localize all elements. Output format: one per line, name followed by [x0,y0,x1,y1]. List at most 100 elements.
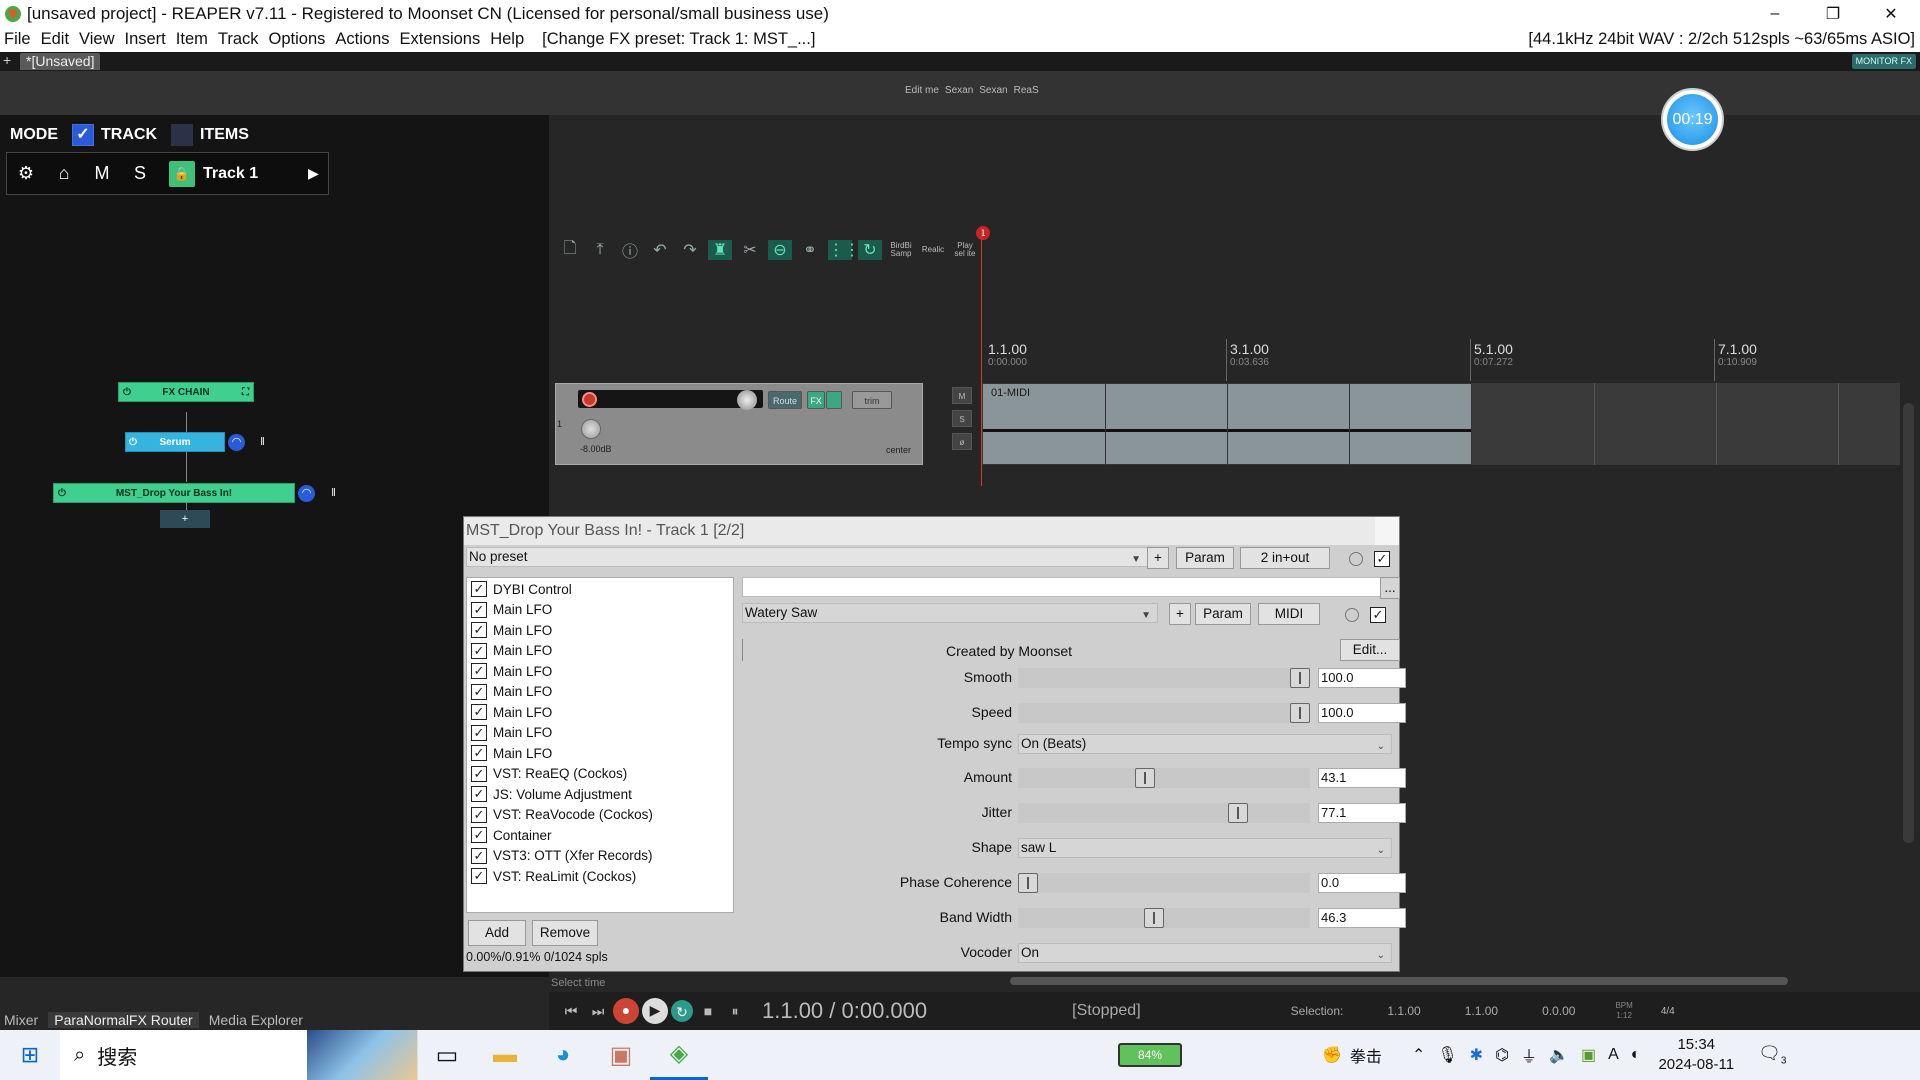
menu-edit[interactable]: Edit [37,30,75,49]
track-mode-checkbox[interactable]: ✓ [72,124,94,146]
fx-list-item[interactable]: ✓ VST: ReaLimit (Cockos) [471,866,636,886]
app-tray-icon[interactable]: ◐ [1631,1046,1641,1064]
phase-coherence-slider[interactable] [1018,873,1310,893]
record-button[interactable]: ● [613,998,639,1024]
play-arrow-icon[interactable]: ▶ [308,165,328,182]
sub-midi-button[interactable]: MIDI [1258,603,1320,625]
track-mute-button[interactable]: M [952,387,972,404]
sub-preset-dropdown[interactable]: Watery Saw ▼ [742,603,1158,623]
param-value[interactable]: 77.1 [1318,803,1406,823]
info-icon[interactable]: ⓘ [618,238,642,262]
preset-dropdown[interactable]: No preset ▼ [466,547,1148,567]
scroll-thumb[interactable] [1903,403,1914,843]
fx-enable-checkbox[interactable]: ✓ [471,786,487,802]
param-value[interactable]: 100.0 [1318,668,1406,688]
param-button[interactable]: Param [1176,547,1234,569]
edit-button[interactable]: Edit... [1340,639,1400,661]
record-arm-button[interactable] [582,392,597,407]
edge-browser-icon[interactable]: ◕ [534,1030,592,1080]
drag-handle-icon[interactable]: ‖ [325,485,342,502]
menu-item[interactable]: Item [172,30,214,49]
param-value[interactable]: 0.0 [1318,873,1406,893]
serum-node[interactable]: ⏻ Serum [125,432,225,452]
stop-button[interactable]: ■ [696,999,720,1023]
menu-options[interactable]: Options [265,30,332,49]
taskbar-clock[interactable]: 15:34 2024-08-11 [1658,1035,1734,1075]
items-mode-checkbox[interactable] [171,124,193,146]
timeline-ruler[interactable]: 1.1.00 0:00.000 3.1.00 0:03.636 5.1.00 0:07… [982,335,1920,381]
volume-icon[interactable]: 🔈 [1549,1045,1569,1065]
lock-icon[interactable]: 🔒 [169,160,195,187]
windows-start-icon[interactable]: ⊞ [0,1042,60,1068]
ripple-icon[interactable]: ✂ [738,240,762,260]
taskbar-search[interactable]: ⌕ 搜索 [60,1030,418,1080]
audio-device-info[interactable]: [44.1kHz 24bit WAV : 2/2ch 512spls ~63/6… [1528,30,1920,49]
new-project-icon[interactable]: 🗋 [558,237,582,264]
reaper-app-icon[interactable]: ◈ [650,1030,708,1080]
play-button[interactable]: ▶ [642,998,668,1024]
monitor-fx-button[interactable]: MONITOR FX [1851,54,1916,69]
slider-thumb[interactable] [1290,703,1310,723]
game-widget[interactable]: ✊ 拳击 [1322,1043,1382,1067]
headphone-icon[interactable]: ◠ [298,485,315,502]
fx-button[interactable]: FX [807,391,825,409]
fx-list-item[interactable]: ✓ VST: ReaVocode (Cockos) [471,805,653,825]
slider-thumb[interactable] [1018,873,1038,893]
remove-fx-button[interactable]: Remove [532,920,598,946]
phase-button[interactable]: ø [952,433,972,450]
container-node[interactable]: ⏻ MST_Drop Your Bass In! [53,483,295,503]
track-name-field[interactable] [578,390,763,408]
toolbar-label[interactable]: ReaS [1014,85,1039,96]
fx-list-item[interactable]: ✓ Main LFO [471,620,552,640]
fx-list-item[interactable]: ✓ DYBI Control [471,579,572,599]
fx-list-item[interactable]: ✓ Main LFO [471,661,552,681]
scroll-thumb[interactable] [1010,977,1788,985]
microphone-icon[interactable]: 🎙 [1437,1045,1457,1065]
trim-button[interactable]: trim [852,391,892,409]
loop-button[interactable]: ↻ [671,1000,693,1022]
mute-button[interactable]: M [83,163,121,184]
dock-tab-mixer[interactable]: Mixer [4,1012,38,1028]
pan-knob[interactable] [581,419,601,439]
solo-button[interactable]: S [121,163,159,184]
time-signature[interactable]: 4/4 [1661,1006,1675,1017]
horizontal-scrollbar[interactable] [982,974,1920,988]
fx-list-item[interactable]: ✓ Main LFO [471,641,552,661]
power-icon[interactable]: ⏻ [58,484,66,503]
fx-enabled-checkbox[interactable]: ✓ [1374,551,1390,567]
fx-window-close-button[interactable] [1375,517,1399,545]
fx-enable-checkbox[interactable]: ✓ [471,581,487,597]
project-tab[interactable]: *[Unsaved] [20,53,101,70]
fx-list-item[interactable]: ✓ Main LFO [471,702,552,722]
menu-actions[interactable]: Actions [331,30,395,49]
menu-file[interactable]: File [0,30,37,49]
tempo-sync-dropdown[interactable]: On (Beats) ⌄ [1018,734,1392,754]
fx-chain-node[interactable]: ⏻ FX CHAIN ⛶ [118,382,254,402]
menu-track[interactable]: Track [214,30,265,49]
fx-list-item[interactable]: ✓ VST: ReaEQ (Cockos) [471,764,627,784]
fx-list-item[interactable]: ✓ Main LFO [471,723,552,743]
expand-icon[interactable]: ⛶ [242,383,249,402]
dial-icon[interactable] [1345,608,1359,622]
menu-help[interactable]: Help [486,30,530,49]
smooth-slider[interactable] [1018,668,1310,688]
preset-add-button[interactable]: + [1147,547,1169,569]
menu-extensions[interactable]: Extensions [396,30,487,49]
transport-position[interactable]: 1.1.00 / 0:00.000 [762,998,927,1024]
toolbar-label[interactable]: Edit me [905,85,939,96]
vocoder-dropdown[interactable]: On ⌄ [1018,943,1392,963]
shape-dropdown[interactable]: saw L ⌄ [1018,838,1392,858]
dock-tab-router[interactable]: ParaNormalFX Router [48,1012,199,1028]
slider-thumb[interactable] [1135,768,1155,788]
speed-slider[interactable] [1018,703,1310,723]
sub-enabled-checkbox[interactable]: ✓ [1370,607,1386,623]
home-icon[interactable]: ⌂ [45,163,83,184]
close-button[interactable]: ✕ [1862,4,1920,24]
fx-enable-checkbox[interactable]: ✓ [471,704,487,720]
fx-window-titlebar[interactable]: MST_Drop Your Bass In! - Track 1 [2/2] [464,517,1399,545]
metronome-icon[interactable]: ♜ [708,240,732,260]
param-value[interactable]: 100.0 [1318,703,1406,723]
fx-list-item[interactable]: ✓ Main LFO [471,743,552,763]
fx-enable-checkbox[interactable]: ✓ [471,683,487,700]
selection-length[interactable]: 0.0.00 [1542,1004,1575,1018]
